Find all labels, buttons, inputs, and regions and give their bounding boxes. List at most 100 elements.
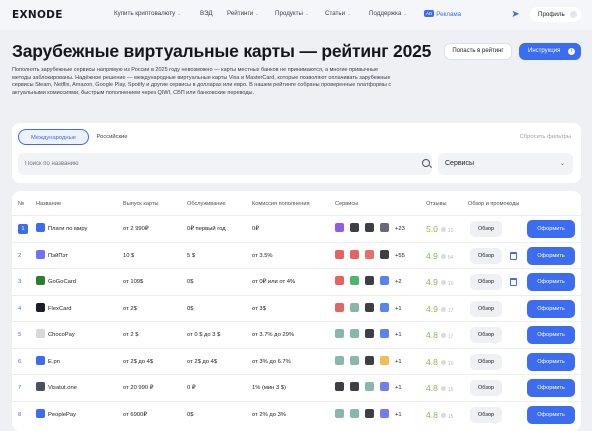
table-row[interactable]: 4 FlexCard от 2$ 0$ от 3$ +1 4.9 17 Обзор Оформит…: [12, 294, 581, 322]
card-service: 5 $: [187, 252, 196, 259]
apply-button[interactable]: Оформить: [527, 326, 575, 344]
card-service: 0₽ первый год: [187, 226, 226, 232]
rating-value: 4.8: [426, 383, 438, 393]
overview-button[interactable]: Обзор: [470, 353, 502, 370]
card-name-label: FlexCard: [48, 305, 72, 312]
site-logo[interactable]: EXNODE: [12, 9, 63, 21]
card-name[interactable]: ChocoPay: [36, 322, 75, 348]
reviews-count: 10: [447, 228, 454, 234]
more-services-count[interactable]: +2: [395, 279, 402, 285]
nav-ads[interactable]: AD Реклама: [424, 10, 461, 18]
rank: 6: [18, 349, 21, 375]
card-rating: 4.9 54: [426, 243, 453, 271]
tab-international[interactable]: Международные: [18, 129, 89, 145]
chevron-down-icon: ⌄: [347, 11, 351, 16]
get-rated-button[interactable]: Попасть в рейтинг: [444, 43, 512, 60]
overview-button[interactable]: Обзор: [470, 327, 502, 343]
rating-value: 4.8: [426, 409, 438, 420]
service-icon: [350, 302, 359, 312]
card-service: 0 ₽: [187, 385, 196, 391]
card-name[interactable]: GoGoCard: [36, 269, 76, 295]
table-row[interactable]: 6 E.pn от 2$ до 4$ от 2$ до 4$ от 3% до 6.7%…: [12, 347, 581, 377]
overview-button[interactable]: Обзор: [470, 221, 502, 237]
apply-button[interactable]: Оформить: [527, 220, 575, 238]
overview-button[interactable]: Обзор: [470, 380, 502, 396]
rank: 3: [18, 269, 21, 295]
card-name[interactable]: FlexCard: [36, 296, 72, 322]
card-name[interactable]: E.pn: [36, 349, 60, 375]
chevron-down-icon: ⌄: [177, 11, 181, 16]
more-services-count[interactable]: +1: [395, 332, 402, 338]
table-row[interactable]: 5 ChocoPay от 2 $ от 0 $ до 3 $ от 3.7% до 2…: [12, 321, 581, 348]
card-name[interactable]: ПэйПэт: [36, 243, 68, 269]
nav-ratings[interactable]: Рейтинги ⌄: [227, 10, 259, 17]
instruction-button[interactable]: Инструкция i: [519, 43, 581, 60]
tab-russian[interactable]: Российские: [91, 129, 133, 145]
apply-button[interactable]: Оформить: [527, 273, 575, 291]
search-input[interactable]: [18, 153, 432, 175]
rank: 7: [18, 375, 21, 401]
overview-button[interactable]: Обзор: [470, 274, 502, 290]
nav-support[interactable]: Поддержка ⌄: [369, 10, 407, 17]
card-service: 0$: [187, 279, 194, 285]
card-services: +1: [335, 296, 402, 322]
info-icon: i: [568, 48, 575, 55]
reviews-count: 16: [447, 281, 454, 287]
service-icon: [365, 408, 374, 418]
more-services-count[interactable]: +55: [395, 253, 405, 259]
profile-button[interactable]: Профиль: [530, 7, 581, 22]
table-row[interactable]: 3 GoGoCard от 109$ 0$ от 0₽ или от 4% +2 4.9 16…: [12, 268, 581, 295]
apply-button[interactable]: Оформить: [527, 405, 575, 424]
chevron-down-icon: ⌄: [255, 11, 259, 16]
card-name[interactable]: PeoplePay: [36, 402, 76, 428]
rating-value: 4.9: [426, 277, 438, 287]
card-fee: от 3$: [252, 305, 266, 312]
chevron-down-icon: ⌄: [304, 11, 309, 16]
card-rating: 5.0 10: [426, 216, 453, 244]
overview-button[interactable]: Обзор: [470, 247, 502, 264]
apply-button[interactable]: Оформить: [527, 352, 575, 371]
reviews-count: 16: [447, 360, 454, 367]
table-row[interactable]: 2 ПэйПэт 10 $ 5 $ от 3.5% +55 4.9 54 Обзор Оформи…: [12, 241, 581, 271]
nav-articles[interactable]: Статьи ⌄: [325, 10, 351, 17]
card-services: +23: [335, 216, 405, 242]
table-row[interactable]: 1 Плати по миру от 2 990₽ 0₽ первый год 0₽ +2…: [12, 215, 581, 242]
rank: 2: [18, 243, 21, 269]
promo-gift-icon[interactable]: [510, 251, 517, 260]
card-name[interactable]: Visatut.one: [36, 375, 77, 401]
card-rating: 4.8 16: [426, 349, 453, 377]
reviews-count: 15: [447, 387, 454, 393]
reviews-icon: [440, 333, 446, 338]
apply-button[interactable]: Оформить: [527, 379, 575, 397]
more-services-count[interactable]: +1: [395, 385, 402, 391]
nav-ved[interactable]: ВЭД: [200, 10, 213, 17]
filters-panel: Международные Российские Сбросить фильтр…: [12, 123, 581, 183]
header-reviews: Отзывы: [426, 201, 447, 207]
header-num: №: [18, 201, 25, 207]
apply-button[interactable]: Оформить: [527, 246, 575, 265]
more-services-count[interactable]: +1: [395, 412, 402, 418]
card-issue: от 109$: [123, 279, 144, 285]
service-icon: [365, 276, 374, 285]
nav-buy-crypto[interactable]: Купить криптовалюту ⌄: [114, 10, 181, 17]
table-row[interactable]: 7 Visatut.one от 20 990 ₽ 0 ₽ 1% (мин 3 $) +1…: [12, 374, 581, 401]
reset-filters-link[interactable]: Сбросить фильтры: [520, 134, 571, 140]
promo-gift-icon[interactable]: [510, 278, 517, 286]
services-select[interactable]: Сервисы ⌄: [438, 153, 573, 175]
nav-products[interactable]: Продукты ⌄: [275, 10, 309, 17]
more-services-count[interactable]: +23: [395, 226, 405, 232]
card-fee: 1% (мин 3 $): [252, 385, 286, 391]
more-services-count[interactable]: +1: [395, 306, 402, 312]
overview-button[interactable]: Обзор: [470, 300, 502, 317]
rank-number: 8: [18, 411, 22, 418]
apply-button[interactable]: Оформить: [527, 299, 575, 318]
rank: 1: [18, 216, 28, 242]
telegram-icon[interactable]: ➤: [509, 8, 522, 21]
table-row[interactable]: 8 PeoplePay от 6900₽ 0$ от 2% до 3% +1 4.8 15 Об…: [12, 400, 581, 428]
overview-button[interactable]: Обзор: [470, 406, 502, 423]
chevron-down-icon: ⌄: [403, 11, 408, 16]
rank-number: 3: [18, 279, 22, 285]
page-title: Зарубежные виртуальные карты — рейтинг 2…: [12, 41, 432, 61]
card-name[interactable]: Плати по миру: [36, 216, 87, 242]
more-services-count[interactable]: +1: [395, 359, 402, 365]
